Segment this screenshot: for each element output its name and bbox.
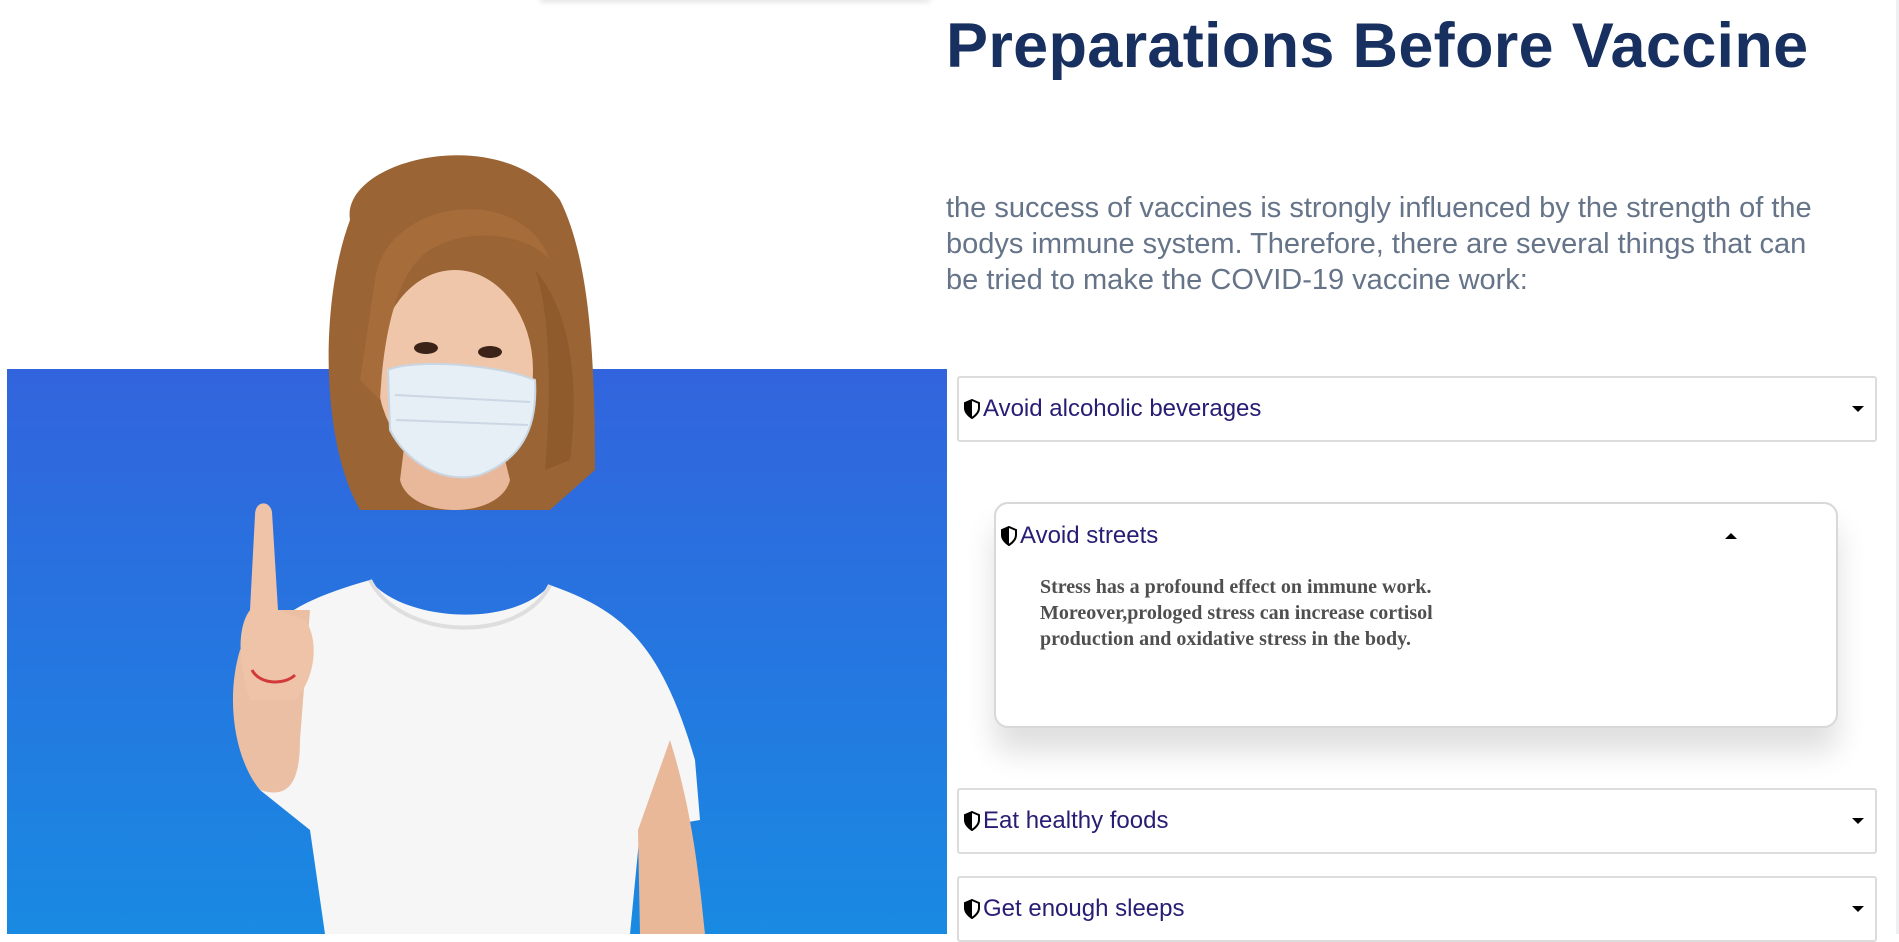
shield-icon	[1001, 526, 1017, 546]
accordion-item-streets[interactable]: Avoid streets Stress has a profound effe…	[994, 502, 1838, 728]
accordion-item-alcohol[interactable]: Avoid alcoholic beverages	[957, 376, 1877, 442]
chevron-down-icon[interactable]	[1851, 904, 1865, 914]
shield-icon	[964, 811, 980, 831]
accordion-item-label: Avoid alcoholic beverages	[983, 395, 1262, 422]
accordion-item-healthy-foods[interactable]: Eat healthy foods	[957, 788, 1877, 854]
accordion-header[interactable]: Avoid streets	[996, 504, 1836, 568]
woman-with-mask-image	[232, 155, 705, 934]
intro-paragraph: the success of vaccines is strongly infl…	[946, 192, 1812, 296]
accordion-header[interactable]: Eat healthy foods	[959, 790, 1875, 852]
accordion-header[interactable]: Get enough sleeps	[959, 878, 1875, 940]
page-title: Preparations Before Vaccine	[946, 11, 1809, 81]
shield-icon	[964, 899, 980, 919]
accordion-item-label: Avoid streets	[1020, 522, 1159, 549]
accordion-item-sleep[interactable]: Get enough sleeps	[957, 876, 1877, 942]
accordion-header[interactable]: Avoid alcoholic beverages	[959, 378, 1875, 440]
chevron-down-icon[interactable]	[1851, 404, 1865, 414]
accordion-item-label: Get enough sleeps	[983, 895, 1185, 922]
chevron-down-icon[interactable]	[1851, 816, 1865, 826]
shield-icon	[964, 399, 980, 419]
chevron-up-icon[interactable]	[1724, 531, 1738, 541]
accordion-item-label: Eat healthy foods	[983, 807, 1169, 834]
accordion-item-body: Stress has a profound effect on immune w…	[1040, 576, 1433, 650]
